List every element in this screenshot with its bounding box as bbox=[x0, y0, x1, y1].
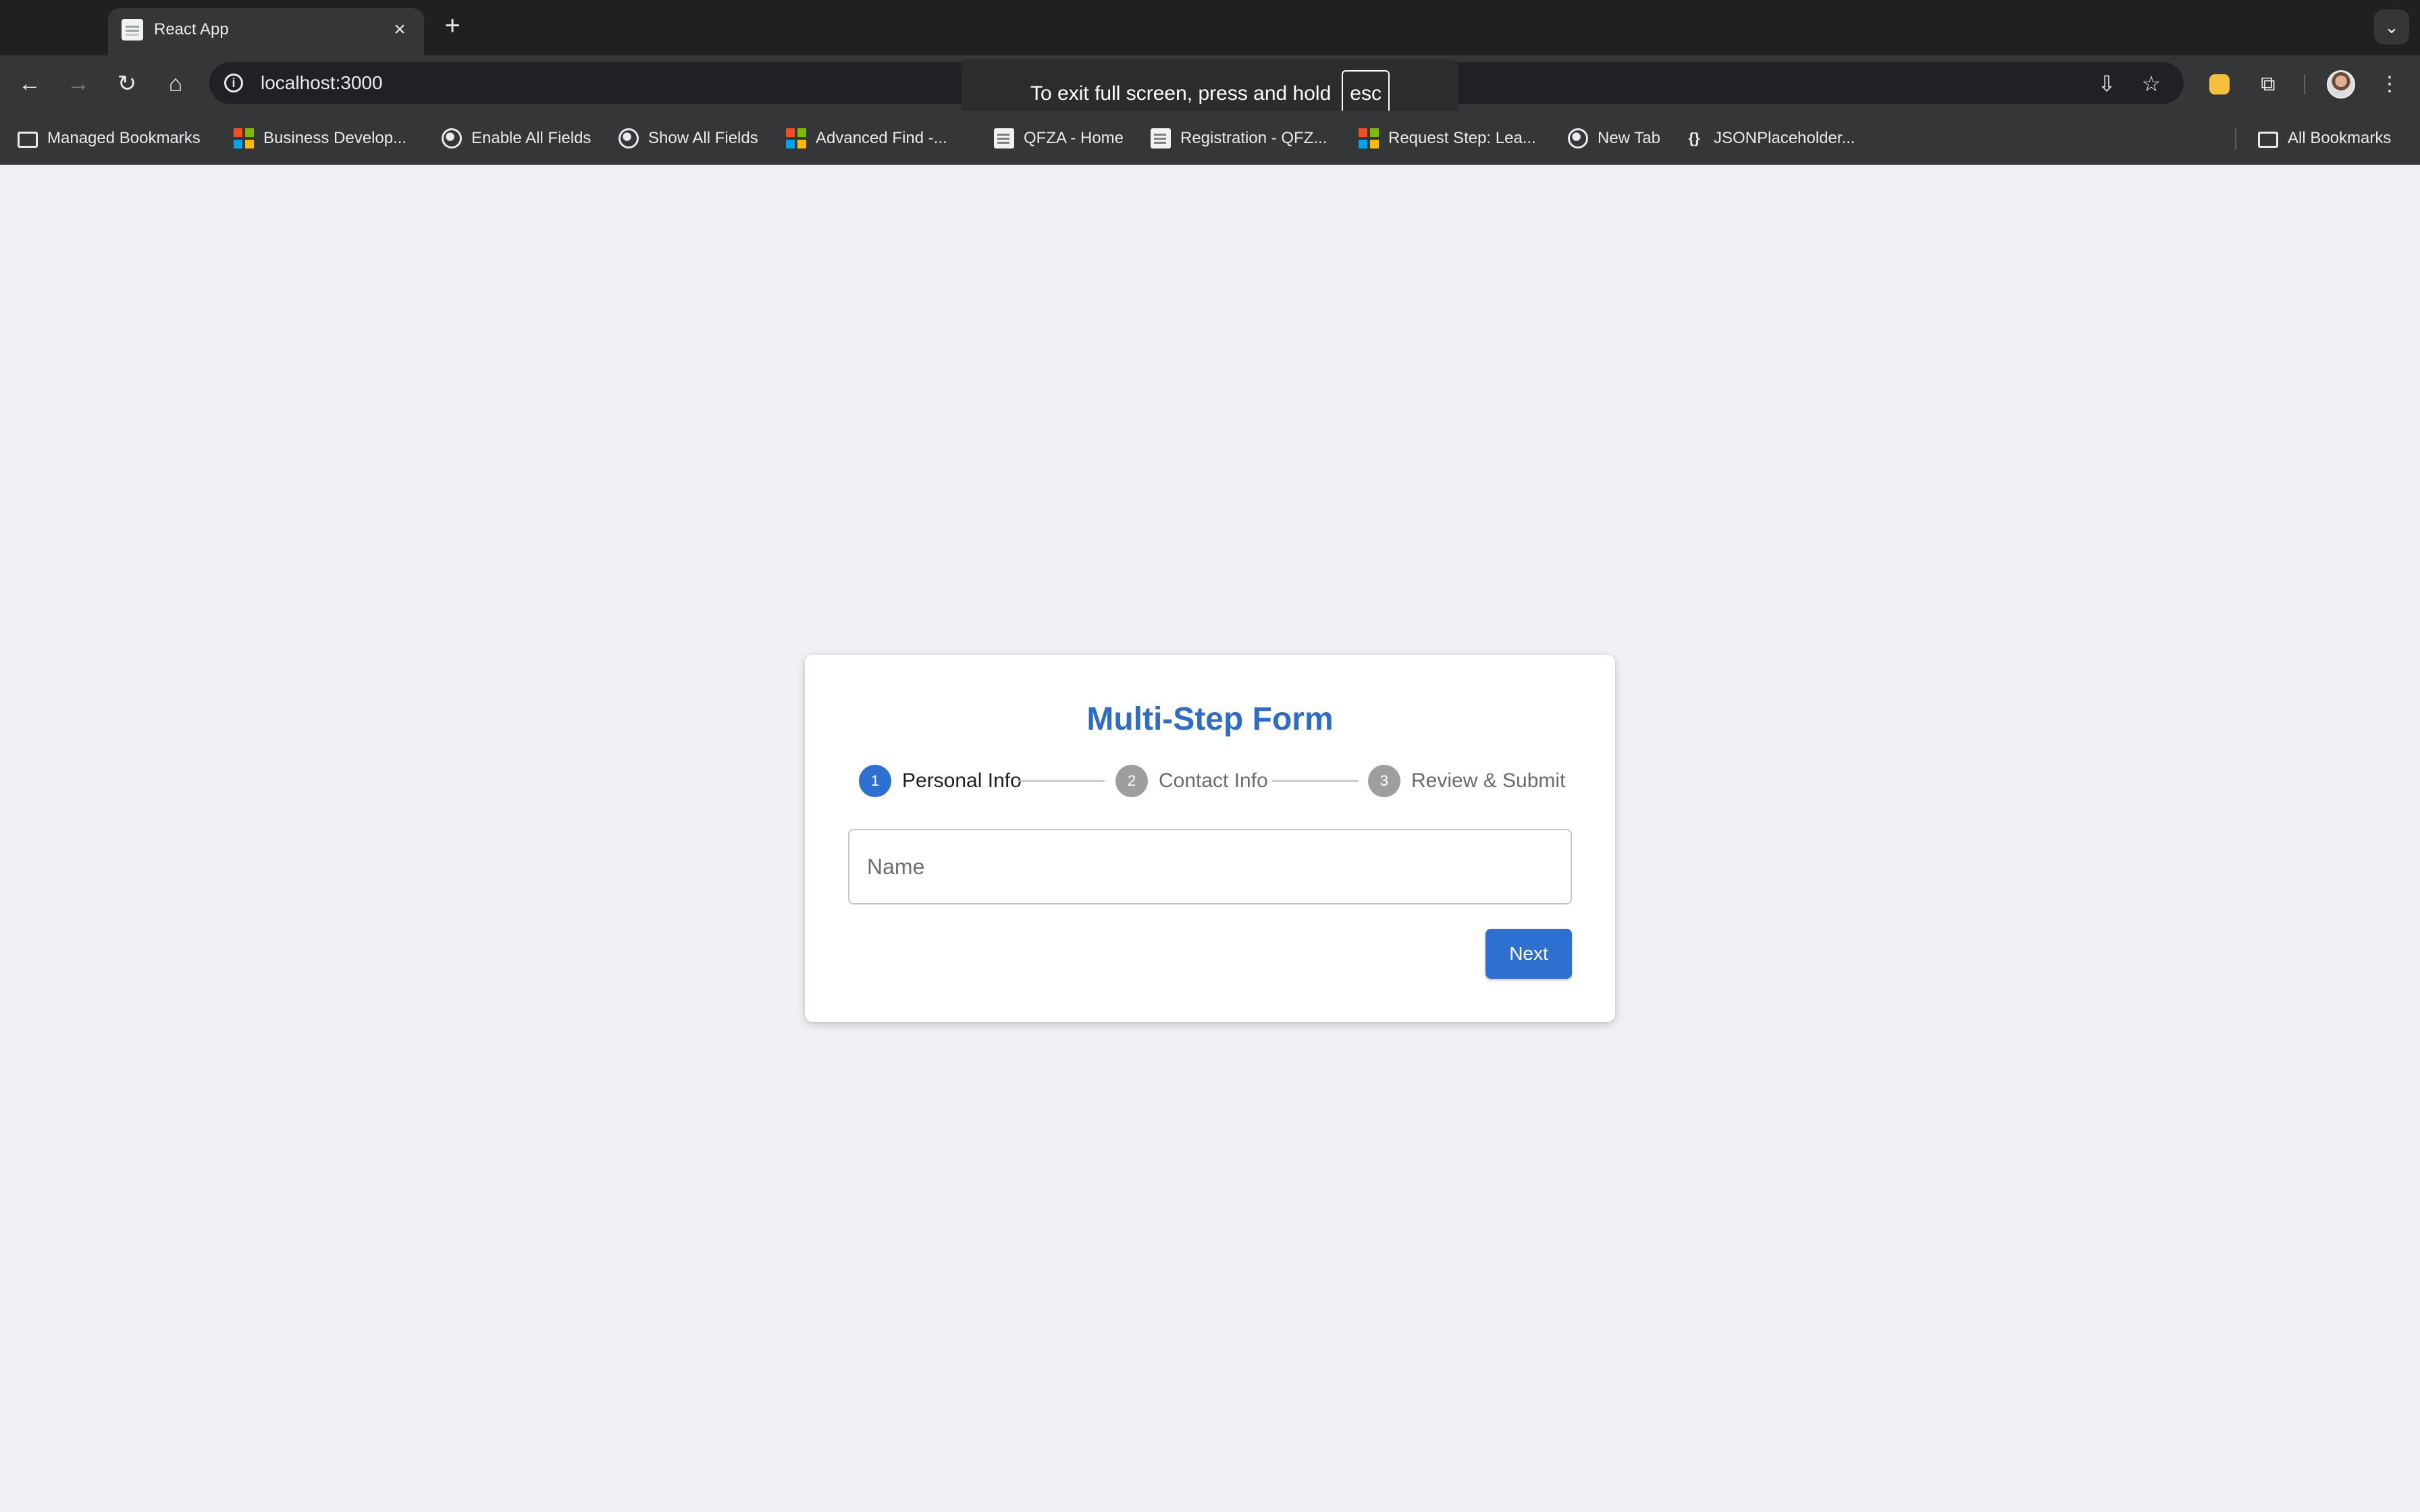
globe-icon bbox=[619, 128, 639, 148]
step-label: Personal Info bbox=[902, 770, 1022, 792]
toolbar-divider bbox=[2304, 74, 2305, 94]
bookmark-label: Advanced Find -... bbox=[816, 129, 947, 147]
bookmark-new-tab[interactable]: New Tab bbox=[1568, 127, 1660, 150]
step-connector bbox=[1018, 780, 1105, 782]
folder-managed-icon bbox=[18, 132, 38, 148]
bookmark-label: JSONPlaceholder... bbox=[1714, 129, 1856, 147]
bookmark-show-all-fields[interactable]: Show All Fields bbox=[619, 127, 758, 150]
close-tab-icon[interactable]: × bbox=[388, 18, 412, 42]
microsoft-icon bbox=[786, 128, 806, 148]
page-title: Multi-Step Form bbox=[1086, 701, 1334, 737]
form-stepper: 1 Personal Info 2 Contact Info 3 Review … bbox=[859, 764, 1565, 798]
document-icon bbox=[994, 128, 1014, 148]
extensions-puzzle-icon[interactable]: ⧉ bbox=[2255, 72, 2281, 97]
forward-arrow-icon[interactable]: → bbox=[61, 66, 96, 101]
bookmark-star-icon[interactable]: ☆ bbox=[2138, 70, 2165, 97]
folder-icon bbox=[2258, 132, 2278, 148]
multi-step-form-card: Multi-Step Form 1 Personal Info 2 Contac… bbox=[805, 655, 1615, 1022]
bookmark-label: Managed Bookmarks bbox=[47, 129, 201, 147]
bookmark-label: Request Step: Lea... bbox=[1388, 129, 1536, 147]
step-number-icon: 3 bbox=[1368, 765, 1400, 797]
bookmark-label: Registration - QFZ... bbox=[1180, 129, 1327, 147]
extension-yellow-icon[interactable] bbox=[2209, 74, 2230, 94]
bookmark-request-step[interactable]: Request Step: Lea... bbox=[1359, 127, 1536, 150]
back-arrow-icon[interactable]: ← bbox=[12, 66, 47, 101]
reload-icon[interactable]: ↻ bbox=[109, 66, 144, 101]
step-label: Contact Info bbox=[1159, 770, 1268, 792]
tab-search-button[interactable]: ⌄ bbox=[2374, 9, 2409, 45]
bookmark-all-bookmarks[interactable]: All Bookmarks bbox=[2258, 127, 2391, 150]
next-button[interactable]: Next bbox=[1485, 929, 1572, 979]
step-number-icon: 2 bbox=[1115, 765, 1148, 797]
step-connector bbox=[1272, 780, 1359, 782]
globe-icon bbox=[442, 128, 462, 148]
step-label: Review & Submit bbox=[1411, 770, 1566, 792]
name-input[interactable] bbox=[848, 829, 1572, 905]
step-contact-info: 2 Contact Info bbox=[1115, 764, 1268, 798]
step-review-submit: 3 Review & Submit bbox=[1368, 764, 1565, 798]
bookmark-label: New Tab bbox=[1598, 129, 1660, 147]
microsoft-icon bbox=[1359, 128, 1379, 148]
profile-avatar[interactable] bbox=[2327, 70, 2355, 99]
new-tab-button[interactable]: + bbox=[438, 11, 467, 40]
browser-tab[interactable]: React App × bbox=[108, 8, 424, 55]
install-app-icon[interactable]: ⇩ bbox=[2093, 70, 2120, 97]
step-personal-info: 1 Personal Info bbox=[859, 764, 1022, 798]
bookmark-label: QFZA - Home bbox=[1024, 129, 1124, 147]
globe-icon bbox=[1568, 128, 1588, 148]
bookmark-label: Show All Fields bbox=[648, 129, 758, 147]
json-icon: {} bbox=[1688, 130, 1700, 146]
more-menu-icon[interactable]: ⋮ bbox=[2377, 72, 2402, 97]
react-app-favicon-icon bbox=[122, 19, 143, 40]
tab-strip: React App × + ⌄ bbox=[0, 0, 2420, 55]
bookmark-jsonplaceholder[interactable]: {} JSONPlaceholder... bbox=[1684, 127, 1855, 150]
step-number-icon: 1 bbox=[859, 765, 891, 797]
bookmark-managed-bookmarks[interactable]: Managed Bookmarks bbox=[18, 127, 201, 150]
bookmark-registration-qfz[interactable]: Registration - QFZ... bbox=[1151, 127, 1327, 150]
tab-title: React App bbox=[154, 20, 229, 38]
bookmarks-bar: Managed Bookmarks Business Develop... En… bbox=[0, 111, 2420, 165]
toast-text: To exit full screen, press and hold bbox=[1030, 82, 1332, 105]
bookmark-label: Business Develop... bbox=[263, 129, 407, 147]
bookmark-label: All Bookmarks bbox=[2288, 129, 2392, 147]
bookmarks-divider bbox=[2235, 128, 2236, 150]
document-icon bbox=[1151, 128, 1171, 148]
site-info-icon[interactable]: i bbox=[224, 74, 243, 92]
bookmark-business-develop[interactable]: Business Develop... bbox=[234, 127, 406, 150]
bookmark-label: Enable All Fields bbox=[471, 129, 591, 147]
microsoft-icon bbox=[234, 128, 254, 148]
address-url[interactable]: localhost:3000 bbox=[261, 72, 383, 94]
bookmark-qfza-home[interactable]: QFZA - Home bbox=[994, 127, 1124, 150]
bookmark-enable-all-fields[interactable]: Enable All Fields bbox=[442, 127, 591, 150]
bookmark-advanced-find[interactable]: Advanced Find -... bbox=[786, 127, 947, 150]
home-icon[interactable]: ⌂ bbox=[158, 66, 193, 101]
